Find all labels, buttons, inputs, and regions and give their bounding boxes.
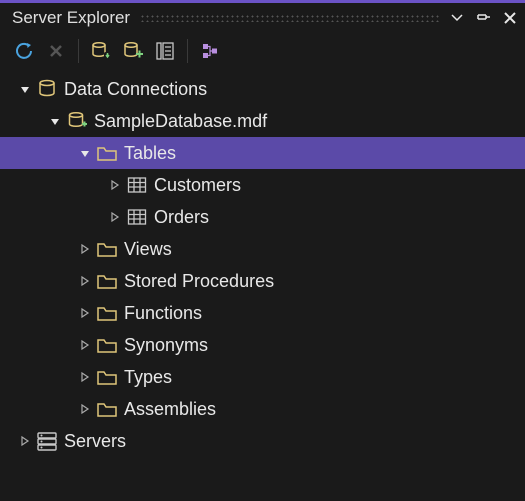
connect-server-button[interactable] bbox=[119, 37, 147, 65]
table-icon bbox=[126, 208, 148, 226]
server-explorer-panel: Server Explorer bbox=[0, 0, 525, 501]
folder-icon bbox=[96, 400, 118, 418]
folder-icon bbox=[96, 336, 118, 354]
node-assemblies[interactable]: Assemblies bbox=[0, 393, 525, 425]
connect-database-button[interactable] bbox=[87, 37, 115, 65]
node-sample-database[interactable]: SampleDatabase.mdf bbox=[0, 105, 525, 137]
folder-icon bbox=[96, 304, 118, 322]
node-label: Servers bbox=[64, 431, 126, 452]
node-label: Stored Procedures bbox=[124, 271, 274, 292]
node-label: Views bbox=[124, 239, 172, 260]
node-data-connections[interactable]: Data Connections bbox=[0, 73, 525, 105]
node-views[interactable]: Views bbox=[0, 233, 525, 265]
expander-icon[interactable] bbox=[18, 82, 32, 96]
dropdown-icon[interactable] bbox=[451, 14, 463, 22]
node-types[interactable]: Types bbox=[0, 361, 525, 393]
expander-icon[interactable] bbox=[108, 178, 122, 192]
node-label: Orders bbox=[154, 207, 209, 228]
expander-icon[interactable] bbox=[108, 210, 122, 224]
node-label: Tables bbox=[124, 143, 176, 164]
expander-icon[interactable] bbox=[78, 274, 92, 288]
node-label: Types bbox=[124, 367, 172, 388]
refresh-button[interactable] bbox=[10, 37, 38, 65]
node-table-orders[interactable]: Orders bbox=[0, 201, 525, 233]
database-group-icon bbox=[36, 78, 58, 100]
pin-icon[interactable] bbox=[475, 10, 491, 26]
node-label: SampleDatabase.mdf bbox=[94, 111, 267, 132]
node-tables[interactable]: Tables bbox=[0, 137, 525, 169]
expander-icon[interactable] bbox=[78, 402, 92, 416]
node-label: Data Connections bbox=[64, 79, 207, 100]
folder-icon bbox=[96, 144, 118, 162]
toolbar bbox=[0, 33, 525, 69]
stop-button bbox=[42, 37, 70, 65]
servers-icon bbox=[36, 431, 58, 451]
expander-icon[interactable] bbox=[78, 370, 92, 384]
expander-icon[interactable] bbox=[78, 146, 92, 160]
node-label: Synonyms bbox=[124, 335, 208, 356]
titlebar-grip[interactable] bbox=[140, 14, 441, 22]
node-label: Functions bbox=[124, 303, 202, 324]
expander-icon[interactable] bbox=[78, 242, 92, 256]
node-stored-procedures[interactable]: Stored Procedures bbox=[0, 265, 525, 297]
titlebar: Server Explorer bbox=[0, 3, 525, 33]
folder-icon bbox=[96, 368, 118, 386]
toolbar-separator bbox=[78, 39, 79, 63]
database-icon bbox=[66, 110, 88, 132]
services-button[interactable] bbox=[151, 37, 179, 65]
node-table-customers[interactable]: Customers bbox=[0, 169, 525, 201]
table-icon bbox=[126, 176, 148, 194]
folder-icon bbox=[96, 272, 118, 290]
panel-title: Server Explorer bbox=[12, 8, 130, 28]
toolbar-separator bbox=[187, 39, 188, 63]
folder-icon bbox=[96, 240, 118, 258]
expander-icon[interactable] bbox=[18, 434, 32, 448]
expander-icon[interactable] bbox=[78, 338, 92, 352]
node-functions[interactable]: Functions bbox=[0, 297, 525, 329]
expander-icon[interactable] bbox=[48, 114, 62, 128]
node-label: Customers bbox=[154, 175, 241, 196]
close-icon[interactable] bbox=[503, 11, 517, 25]
azure-button[interactable] bbox=[196, 37, 224, 65]
expander-icon[interactable] bbox=[78, 306, 92, 320]
node-synonyms[interactable]: Synonyms bbox=[0, 329, 525, 361]
node-servers[interactable]: Servers bbox=[0, 425, 525, 457]
tree: Data Connections SampleDatabase.mdf bbox=[0, 69, 525, 457]
node-label: Assemblies bbox=[124, 399, 216, 420]
